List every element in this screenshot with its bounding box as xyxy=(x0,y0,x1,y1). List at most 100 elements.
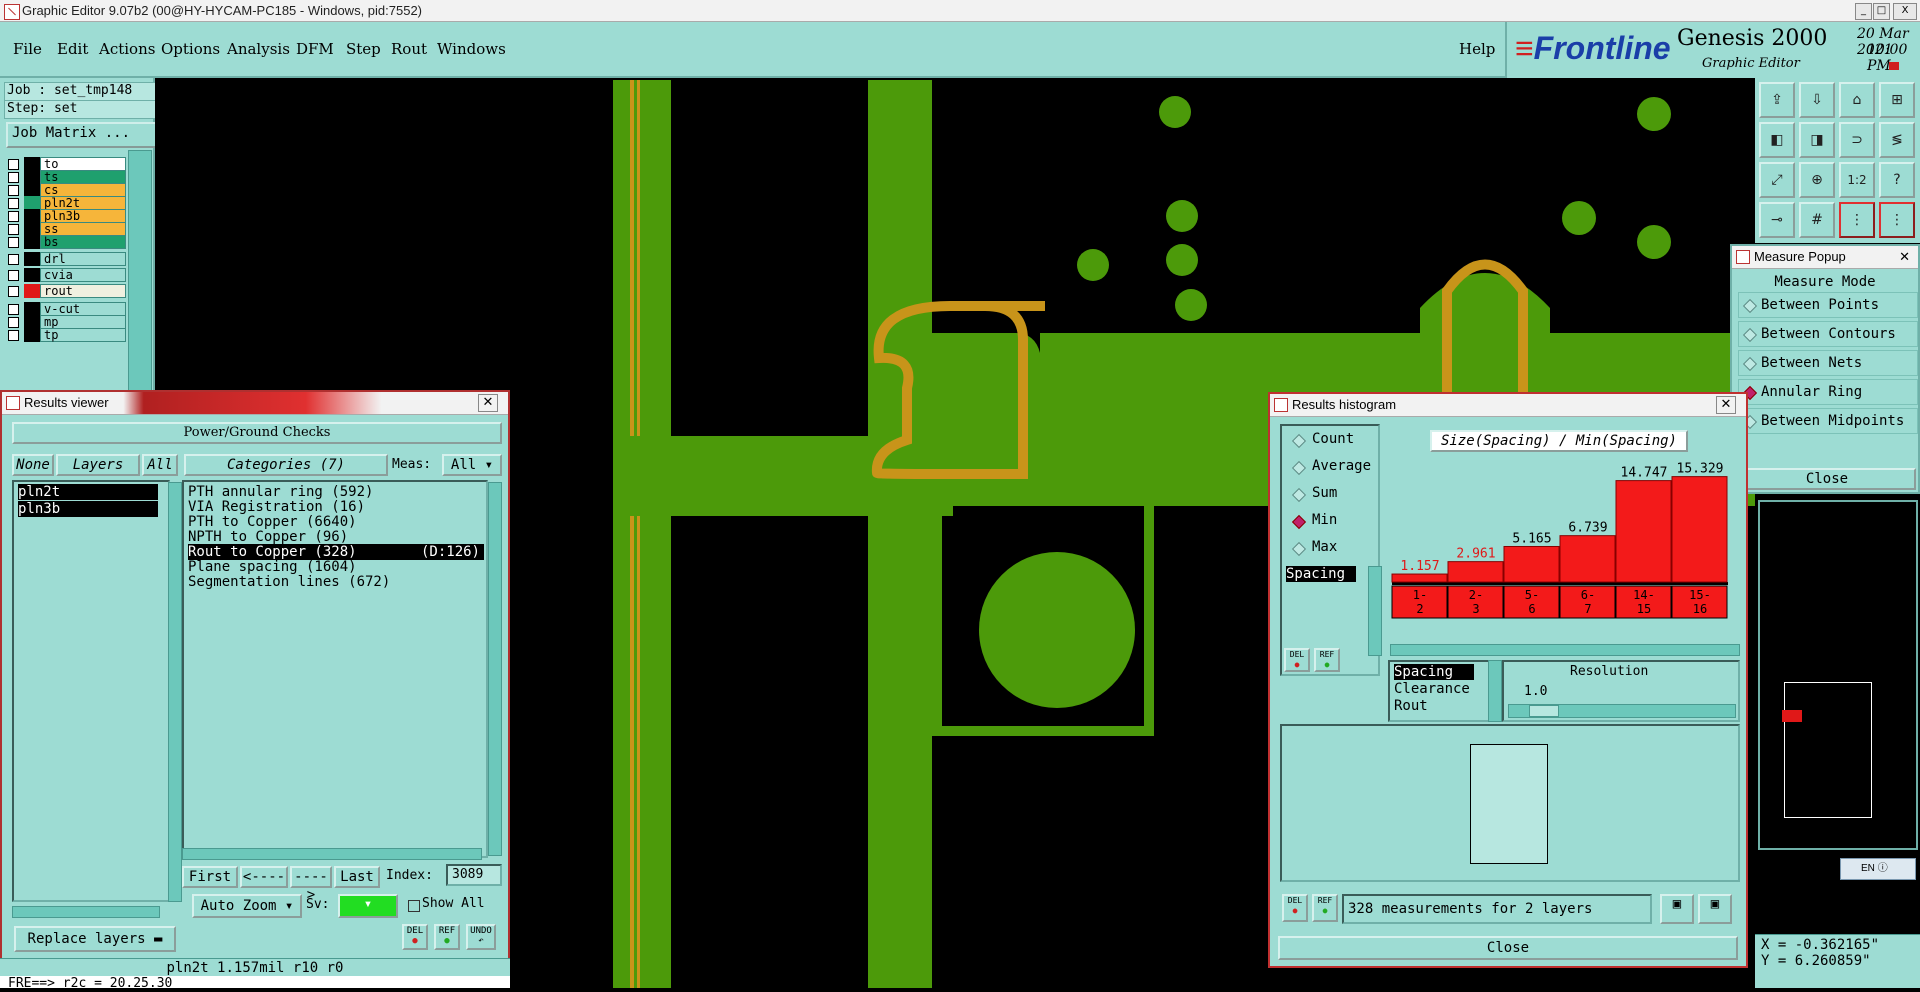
category-item[interactable]: Plane spacing (1604) xyxy=(188,559,484,575)
layer-checkbox[interactable] xyxy=(8,224,19,235)
del-button[interactable]: DEL ● xyxy=(1282,894,1308,922)
all-button[interactable]: All xyxy=(142,454,178,476)
category-item[interactable]: PTH to Copper (6640) xyxy=(188,514,484,530)
layer-checkbox[interactable] xyxy=(8,270,19,281)
measure-between-contours[interactable]: Between Contours xyxy=(1738,321,1918,347)
histogram-bar[interactable] xyxy=(1503,545,1560,583)
job-matrix-button[interactable]: Job Matrix ... xyxy=(6,122,158,148)
list-item[interactable]: pln2t xyxy=(18,484,158,500)
layers-select-icon[interactable]: ▣ xyxy=(1698,894,1732,924)
layer-checkbox[interactable] xyxy=(8,317,19,328)
next-button[interactable]: ----> xyxy=(290,866,332,903)
category-item[interactable]: Segmentation lines (672) xyxy=(188,574,484,590)
layer-list-scrollbar[interactable] xyxy=(128,150,152,398)
ref-button[interactable]: REF ● xyxy=(1314,648,1340,672)
layer-row-cs[interactable]: cs xyxy=(6,183,126,197)
undo-button[interactable]: UNDO ↶ xyxy=(466,924,496,950)
layer-row-cvia[interactable]: cvia xyxy=(6,268,126,282)
auto-zoom-dropdown[interactable]: Auto Zoom ▾ xyxy=(192,894,302,918)
layers-dialog-icon[interactable]: ▣ xyxy=(1660,894,1694,924)
load-icon[interactable]: ⇪ xyxy=(1759,82,1795,118)
minimize-button[interactable]: _ xyxy=(1855,3,1872,20)
histogram-bar[interactable] xyxy=(1615,480,1672,583)
measure-annular-ring[interactable]: Annular Ring xyxy=(1738,379,1918,405)
layer-checkbox[interactable] xyxy=(8,286,19,297)
layer-row-ts[interactable]: ts xyxy=(6,170,126,184)
ref-button[interactable]: REF ● xyxy=(1312,894,1338,922)
category-item[interactable]: NPTH to Copper (96) xyxy=(188,529,484,545)
list-item[interactable]: Rout xyxy=(1394,698,1428,714)
layer-checkbox[interactable] xyxy=(8,254,19,265)
list-item[interactable]: Spacing xyxy=(1286,566,1356,582)
mode-max[interactable]: Max xyxy=(1291,536,1337,558)
maximize-button[interactable]: □ xyxy=(1873,3,1890,20)
first-button[interactable]: First xyxy=(182,866,238,888)
category-item[interactable]: Rout to Copper (328) (D:126) xyxy=(188,544,484,560)
layer-checkbox[interactable] xyxy=(8,237,19,248)
layer-checkbox[interactable] xyxy=(8,159,19,170)
histogram-bar[interactable] xyxy=(1391,573,1448,583)
layer-row-pln2t[interactable]: pln2t xyxy=(6,196,126,210)
menu-actions[interactable]: Actions xyxy=(99,40,155,58)
layer-row-to[interactable]: to xyxy=(6,157,126,171)
layers-button[interactable]: Layers xyxy=(56,454,140,476)
layer-row-v-cut[interactable]: v-cut xyxy=(6,302,126,316)
show-all-checkbox[interactable] xyxy=(408,900,420,912)
mode-min[interactable]: Min xyxy=(1291,509,1337,531)
category-list-scrollbar[interactable] xyxy=(488,482,502,856)
save-icon[interactable]: ⇩ xyxy=(1799,82,1835,118)
close-icon[interactable]: ✕ xyxy=(1716,396,1736,414)
mode-average[interactable]: Average xyxy=(1291,455,1371,477)
menu-step[interactable]: Step xyxy=(346,40,381,58)
mode-sum[interactable]: Sum xyxy=(1291,482,1337,504)
sv-color-picker[interactable]: ▾ xyxy=(338,894,398,918)
histogram-bar[interactable] xyxy=(1447,561,1504,583)
meas-dropdown[interactable]: All ▾ xyxy=(442,454,502,476)
layer-row-drl[interactable]: drl xyxy=(6,252,126,266)
menu-analysis[interactable]: Analysis xyxy=(227,40,290,58)
close-icon[interactable]: ✕ xyxy=(1899,246,1910,268)
measure-between-points[interactable]: Between Points xyxy=(1738,292,1918,318)
resolution-slider[interactable] xyxy=(1508,704,1736,718)
ref-button[interactable]: REF ● xyxy=(434,924,460,950)
slider-thumb[interactable] xyxy=(1529,705,1559,717)
layer-checkbox[interactable] xyxy=(8,330,19,341)
measure-between-midpoints[interactable]: Between Midpoints xyxy=(1738,408,1918,434)
overview-map[interactable] xyxy=(1758,500,1918,850)
histogram-close-button[interactable]: Close xyxy=(1278,936,1738,960)
layer-list-scrollbar[interactable] xyxy=(168,482,182,902)
snap-center-icon[interactable]: ⋮ xyxy=(1839,202,1875,238)
layer-row-pln3b[interactable]: pln3b xyxy=(6,209,126,223)
layer-checkbox[interactable] xyxy=(8,304,19,315)
menu-windows[interactable]: Windows xyxy=(437,40,506,58)
side-list-scrollbar[interactable] xyxy=(1368,566,1382,656)
layer-row-tp[interactable]: tp xyxy=(6,328,126,342)
home-icon[interactable]: ⌂ xyxy=(1839,82,1875,118)
categories-button[interactable]: Categories (7) xyxy=(184,454,388,476)
histogram-bar[interactable] xyxy=(1559,535,1616,583)
mode-count[interactable]: Count xyxy=(1291,428,1354,450)
layer-checkbox[interactable] xyxy=(8,172,19,183)
window-close-button[interactable]: X xyxy=(1893,3,1917,20)
none-button[interactable]: None xyxy=(12,454,54,476)
last-button[interactable]: Last xyxy=(334,866,380,888)
grid-icon[interactable]: # xyxy=(1799,202,1835,238)
pan-left-icon[interactable]: ◧ xyxy=(1759,122,1795,158)
layer-checkbox[interactable] xyxy=(8,211,19,222)
histogram-bar[interactable] xyxy=(1671,476,1728,583)
snap-edge-icon[interactable]: ⋮ xyxy=(1879,202,1915,238)
route-icon[interactable]: ⊃ xyxy=(1839,122,1875,158)
type-list-scrollbar[interactable] xyxy=(1488,660,1502,722)
layer-row-mp[interactable]: mp xyxy=(6,315,126,329)
replace-layers-button[interactable]: Replace layers ▬ xyxy=(14,926,176,952)
measure-close-button[interactable]: Close xyxy=(1738,468,1916,490)
prev-button[interactable]: <---- xyxy=(240,866,288,888)
pan-right-icon[interactable]: ◨ xyxy=(1799,122,1835,158)
layer-row-bs[interactable]: bs xyxy=(6,235,126,249)
category-item[interactable]: VIA Registration (16) xyxy=(188,499,484,515)
layer-checkbox[interactable] xyxy=(8,198,19,209)
menu-options[interactable]: Options xyxy=(161,40,220,58)
window-split-icon[interactable]: ⊞ xyxy=(1879,82,1915,118)
category-list[interactable]: PTH annular ring (592) VIA Registration (… xyxy=(182,480,488,858)
menu-rout[interactable]: Rout xyxy=(391,40,427,58)
